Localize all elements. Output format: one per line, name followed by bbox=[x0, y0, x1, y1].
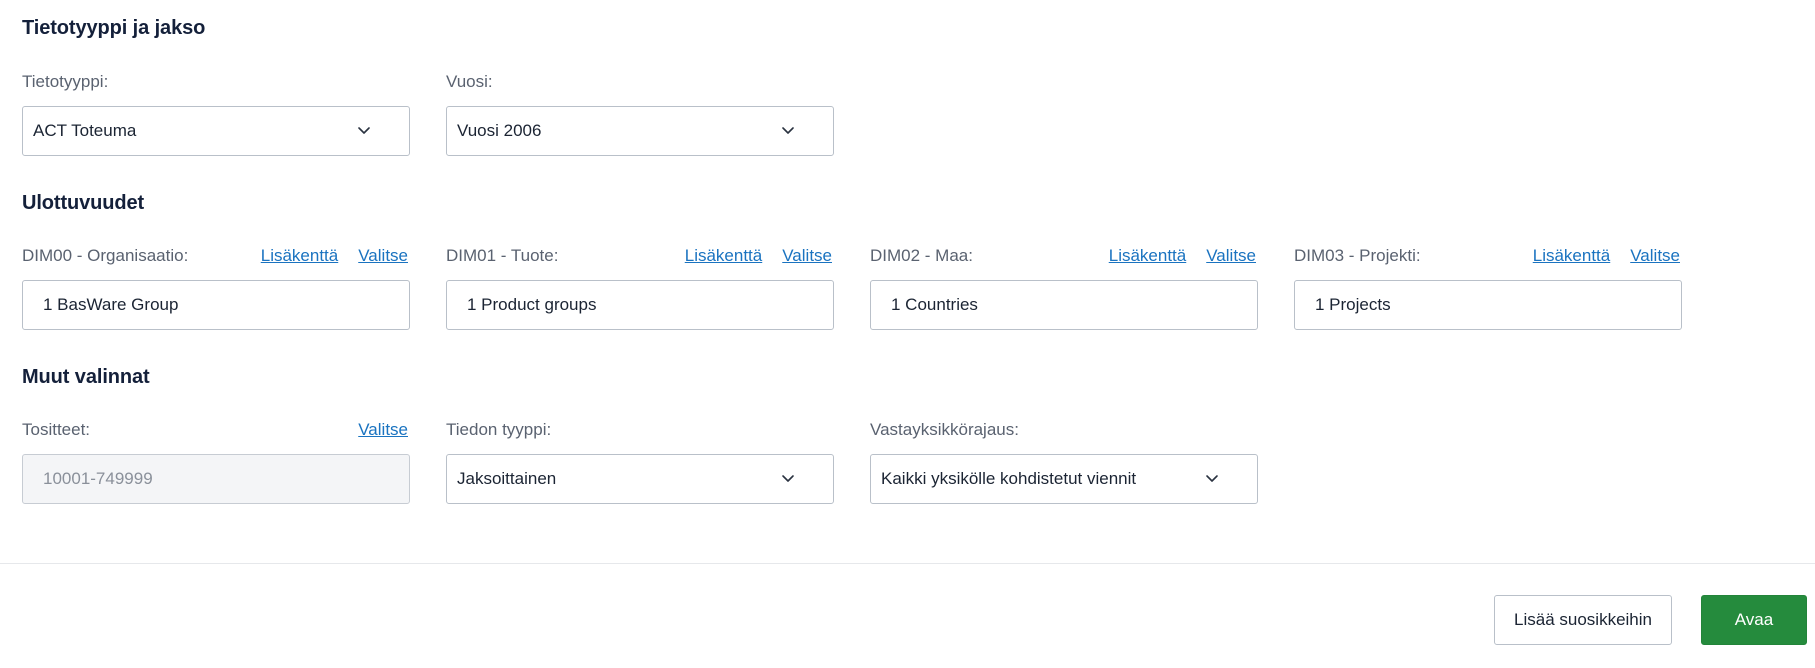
dimension-label-line: DIM01 - Tuote: Lisäkenttä Valitse bbox=[446, 244, 834, 268]
type-period-row: Tietotyyppi: ACT Toteuma Vuosi: Vuosi 20… bbox=[22, 70, 834, 156]
section-dimensions: Ulottuvuudet bbox=[22, 191, 144, 215]
dimension-links: Lisäkenttä Valitse bbox=[1109, 244, 1258, 268]
section-title-dimensions: Ulottuvuudet bbox=[22, 192, 145, 214]
year-label: Vuosi: bbox=[446, 72, 493, 91]
dimension-input-dim00[interactable]: 1 BasWare Group bbox=[22, 280, 410, 330]
dimensions-row: DIM00 - Organisaatio: Lisäkenttä Valitse… bbox=[22, 244, 1682, 330]
vouchers-value: 10001-749999 bbox=[43, 469, 153, 488]
vouchers-select-link[interactable]: Valitse bbox=[358, 418, 408, 442]
info-type-field: Tiedon tyyppi: Jaksoittainen bbox=[446, 418, 834, 504]
counter-unit-value: Kaikki yksikölle kohdistetut viennit bbox=[881, 469, 1137, 488]
counter-unit-label: Vastayksikkörajaus: bbox=[870, 420, 1019, 439]
section-other: Muut valinnat bbox=[22, 365, 150, 389]
vouchers-field: Tositteet: Valitse 10001-749999 bbox=[22, 418, 410, 504]
select-link[interactable]: Valitse bbox=[782, 244, 832, 268]
dimension-value: 1 Product groups bbox=[467, 295, 597, 314]
dimension-links: Lisäkenttä Valitse bbox=[685, 244, 834, 268]
dimension-field-dim01: DIM01 - Tuote: Lisäkenttä Valitse 1 Prod… bbox=[446, 244, 834, 330]
dimension-label: DIM02 - Maa: bbox=[870, 246, 973, 265]
counter-unit-select[interactable]: Kaikki yksikölle kohdistetut viennit bbox=[870, 454, 1258, 504]
dimension-field-dim00: DIM00 - Organisaatio: Lisäkenttä Valitse… bbox=[22, 244, 410, 330]
select-link[interactable]: Valitse bbox=[1206, 244, 1256, 268]
data-type-select[interactable]: ACT Toteuma bbox=[22, 106, 410, 156]
dimension-links: Lisäkenttä Valitse bbox=[1533, 244, 1682, 268]
data-type-label-line: Tietotyyppi: bbox=[22, 70, 410, 94]
year-label-line: Vuosi: bbox=[446, 70, 834, 94]
add-to-favorites-button[interactable]: Lisää suosikkeihin bbox=[1494, 595, 1672, 645]
year-value: Vuosi 2006 bbox=[457, 121, 542, 140]
counter-unit-label-line: Vastayksikkörajaus: bbox=[870, 418, 1258, 442]
dimension-input-dim01[interactable]: 1 Product groups bbox=[446, 280, 834, 330]
info-type-select[interactable]: Jaksoittainen bbox=[446, 454, 834, 504]
other-row: Tositteet: Valitse 10001-749999 Tiedon t… bbox=[22, 418, 1258, 504]
dimension-label: DIM03 - Projekti: bbox=[1294, 246, 1421, 265]
dimension-value: 1 BasWare Group bbox=[43, 295, 179, 314]
info-type-label-line: Tiedon tyyppi: bbox=[446, 418, 834, 442]
dimension-links: Lisäkenttä Valitse bbox=[261, 244, 410, 268]
report-selection-page: Tietotyyppi ja jakso Tietotyyppi: ACT To… bbox=[0, 0, 1815, 668]
dimension-label-line: DIM00 - Organisaatio: Lisäkenttä Valitse bbox=[22, 244, 410, 268]
extra-field-link[interactable]: Lisäkenttä bbox=[1533, 244, 1611, 268]
dimension-input-dim02[interactable]: 1 Countries bbox=[870, 280, 1258, 330]
vouchers-links: Valitse bbox=[358, 418, 410, 442]
chevron-down-icon bbox=[782, 475, 794, 482]
extra-field-link[interactable]: Lisäkenttä bbox=[1109, 244, 1187, 268]
data-type-field: Tietotyyppi: ACT Toteuma bbox=[22, 70, 410, 156]
dimension-field-dim02: DIM02 - Maa: Lisäkenttä Valitse 1 Countr… bbox=[870, 244, 1258, 330]
section-title-type-period: Tietotyyppi ja jakso bbox=[22, 17, 206, 39]
section-type-period: Tietotyyppi ja jakso bbox=[22, 16, 205, 40]
dimension-input-dim03[interactable]: 1 Projects bbox=[1294, 280, 1682, 330]
vouchers-input: 10001-749999 bbox=[22, 454, 410, 504]
section-title-other: Muut valinnat bbox=[22, 366, 150, 388]
info-type-label: Tiedon tyyppi: bbox=[446, 420, 552, 439]
chevron-down-icon bbox=[1206, 475, 1218, 482]
footer-divider bbox=[0, 563, 1815, 564]
dimension-value: 1 Projects bbox=[1315, 295, 1391, 314]
vouchers-label-line: Tositteet: Valitse bbox=[22, 418, 410, 442]
dimension-label-line: DIM02 - Maa: Lisäkenttä Valitse bbox=[870, 244, 1258, 268]
extra-field-link[interactable]: Lisäkenttä bbox=[685, 244, 763, 268]
select-link[interactable]: Valitse bbox=[358, 244, 408, 268]
year-field: Vuosi: Vuosi 2006 bbox=[446, 70, 834, 156]
year-select[interactable]: Vuosi 2006 bbox=[446, 106, 834, 156]
data-type-label: Tietotyyppi: bbox=[22, 72, 109, 91]
chevron-down-icon bbox=[782, 127, 794, 134]
vouchers-label: Tositteet: bbox=[22, 420, 91, 439]
info-type-value: Jaksoittainen bbox=[457, 469, 557, 488]
extra-field-link[interactable]: Lisäkenttä bbox=[261, 244, 339, 268]
dimension-value: 1 Countries bbox=[891, 295, 978, 314]
select-link[interactable]: Valitse bbox=[1630, 244, 1680, 268]
dimension-label-line: DIM03 - Projekti: Lisäkenttä Valitse bbox=[1294, 244, 1682, 268]
data-type-value: ACT Toteuma bbox=[33, 121, 137, 140]
chevron-down-icon bbox=[358, 127, 370, 134]
dimension-label: DIM00 - Organisaatio: bbox=[22, 246, 189, 265]
dimension-field-dim03: DIM03 - Projekti: Lisäkenttä Valitse 1 P… bbox=[1294, 244, 1682, 330]
counter-unit-field: Vastayksikkörajaus: Kaikki yksikölle koh… bbox=[870, 418, 1258, 504]
dimension-label: DIM01 - Tuote: bbox=[446, 246, 559, 265]
open-button[interactable]: Avaa bbox=[1701, 595, 1807, 645]
